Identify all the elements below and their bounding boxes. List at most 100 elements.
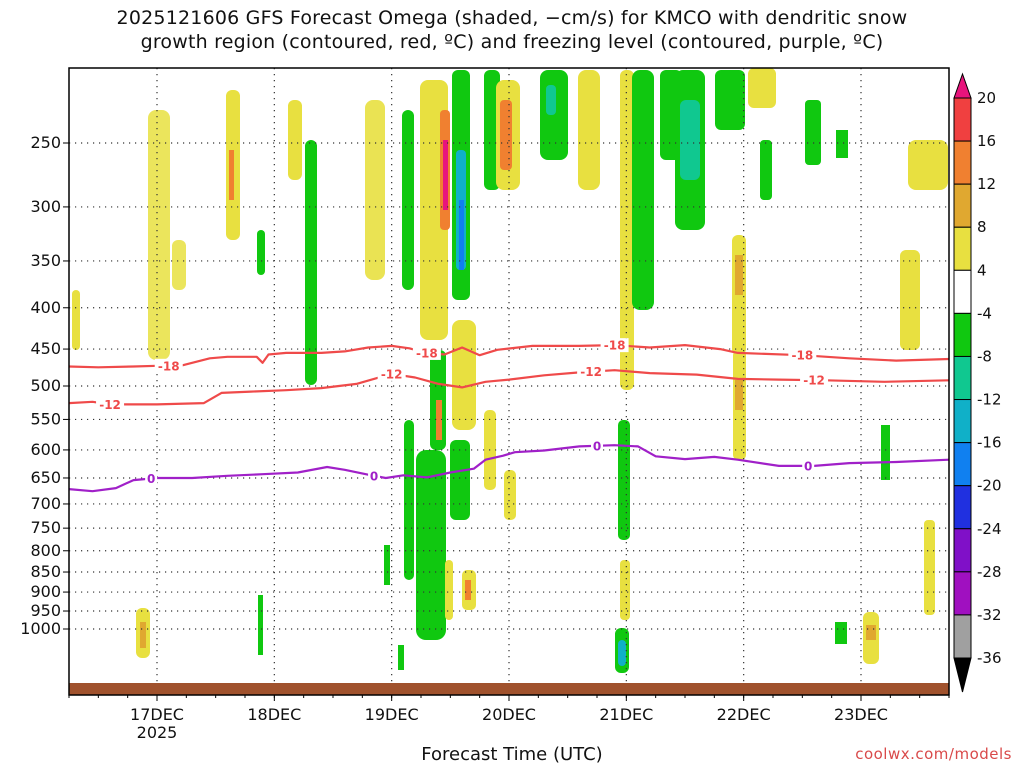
shade-region bbox=[443, 140, 448, 210]
shade-region bbox=[404, 420, 414, 580]
y-tick-label: 250 bbox=[30, 133, 61, 152]
shade-region bbox=[881, 425, 890, 480]
shade-region bbox=[805, 100, 821, 165]
colorbar-segment bbox=[953, 269, 972, 314]
colorbar-segment bbox=[953, 140, 972, 185]
contour-label: -12 bbox=[803, 374, 825, 388]
colorbar-top-arrow bbox=[953, 72, 972, 99]
shade-region bbox=[402, 110, 414, 290]
shade-region bbox=[760, 140, 772, 200]
colorbar-segment bbox=[953, 571, 972, 616]
shade-region bbox=[365, 100, 385, 280]
contour-label: -12 bbox=[381, 367, 403, 381]
x-tick-sublabel: 2025 bbox=[137, 723, 178, 742]
colorbar-label: 12 bbox=[977, 175, 996, 193]
shade-region bbox=[305, 140, 317, 385]
shade-region bbox=[465, 580, 471, 600]
shade-region bbox=[148, 110, 170, 360]
contour-label: 0 bbox=[593, 439, 601, 453]
y-tick-label: 600 bbox=[30, 440, 61, 459]
contour-label: -18 bbox=[791, 349, 813, 363]
shade-region bbox=[618, 420, 630, 540]
colorbar-label: -8 bbox=[977, 347, 992, 365]
colorbar-label: -12 bbox=[977, 391, 1002, 409]
colorbar-label: -24 bbox=[977, 520, 1002, 538]
shade-region bbox=[715, 70, 745, 130]
shade-region bbox=[836, 130, 848, 158]
ground-terrain bbox=[69, 683, 949, 695]
contour-label: -18 bbox=[604, 339, 626, 353]
y-tick-label: 400 bbox=[30, 298, 61, 317]
shade-region bbox=[900, 250, 920, 350]
y-tick-label: 950 bbox=[30, 601, 61, 620]
y-tick-label: 300 bbox=[30, 197, 61, 216]
colorbar-label: 16 bbox=[977, 132, 996, 150]
colorbar-segment bbox=[953, 97, 972, 142]
y-tick-label: 350 bbox=[30, 251, 61, 270]
shade-region bbox=[866, 625, 876, 640]
shade-region bbox=[540, 70, 568, 160]
shade-region bbox=[258, 595, 263, 655]
contour-label: 0 bbox=[370, 469, 378, 483]
shade-region bbox=[908, 140, 948, 190]
x-tick-label: 20DEC bbox=[482, 705, 536, 724]
shade-region bbox=[229, 150, 234, 200]
y-tick-label: 650 bbox=[30, 468, 61, 487]
shade-region bbox=[452, 320, 476, 430]
y-tick-label: 750 bbox=[30, 518, 61, 537]
y-tick-label: 550 bbox=[30, 409, 61, 428]
x-tick-label: 23DEC bbox=[834, 705, 888, 724]
x-tick-label: 18DEC bbox=[247, 705, 301, 724]
colorbar-label: -20 bbox=[977, 477, 1002, 495]
colorbar-label: -4 bbox=[977, 304, 992, 322]
shade-region bbox=[445, 560, 453, 620]
shade-region bbox=[680, 100, 700, 180]
shade-region bbox=[288, 100, 302, 180]
y-tick-label: 450 bbox=[30, 339, 61, 358]
y-tick-label: 500 bbox=[30, 376, 61, 395]
shade-region bbox=[459, 200, 464, 270]
colorbar-segment bbox=[953, 399, 972, 444]
colorbar-segment bbox=[953, 312, 972, 357]
y-tick-label: 850 bbox=[30, 562, 61, 581]
x-tick-label: 22DEC bbox=[717, 705, 771, 724]
colorbar-segment bbox=[953, 485, 972, 530]
shade-region bbox=[578, 70, 600, 190]
contour-label: -18 bbox=[158, 359, 180, 373]
colorbar-label: 20 bbox=[977, 89, 996, 107]
colorbar-segment bbox=[953, 528, 972, 573]
y-tick-label: 700 bbox=[30, 494, 61, 513]
shade-region bbox=[835, 622, 847, 644]
shade-region bbox=[618, 640, 626, 666]
colorbar-segment bbox=[953, 226, 972, 271]
shade-region bbox=[546, 85, 556, 115]
shade-region bbox=[735, 380, 743, 410]
colorbar-segment bbox=[953, 183, 972, 228]
contour-label: -12 bbox=[99, 398, 121, 412]
shade-region bbox=[504, 470, 516, 520]
shade-region bbox=[632, 70, 654, 310]
shade-region bbox=[450, 440, 470, 520]
contour-label: 0 bbox=[147, 472, 155, 486]
colorbar-label: 8 bbox=[977, 218, 987, 236]
colorbar-segment bbox=[953, 442, 972, 487]
shade-region bbox=[257, 230, 265, 275]
contour-label: 0 bbox=[804, 459, 812, 473]
colorbar-bottom-arrow bbox=[953, 657, 972, 693]
shade-region bbox=[72, 290, 80, 350]
shade-region bbox=[748, 68, 776, 108]
colorbar: 20 16 12 8 4 -4 -8 -12 -16 -20 -24 -28 -32 -36 bbox=[953, 72, 1002, 693]
x-tick-label: 19DEC bbox=[365, 705, 419, 724]
contour-label: -18 bbox=[416, 346, 438, 360]
colorbar-label: -36 bbox=[977, 649, 1002, 667]
omega-time-height-chart: -18 -18 -18 -18 -12 -12 -12 -12 0 0 0 0 250 300 350 40… bbox=[20, 67, 1002, 742]
x-tick-label: 21DEC bbox=[599, 705, 653, 724]
colorbar-segment bbox=[953, 614, 972, 659]
y-tick-label: 800 bbox=[30, 541, 61, 560]
y-tick-label: 900 bbox=[30, 582, 61, 601]
colorbar-label: -28 bbox=[977, 563, 1002, 581]
colorbar-label: 4 bbox=[977, 261, 987, 279]
colorbar-label: -32 bbox=[977, 606, 1002, 624]
shade-region bbox=[924, 520, 935, 615]
credit-text: coolwx.com/models bbox=[855, 745, 1012, 763]
